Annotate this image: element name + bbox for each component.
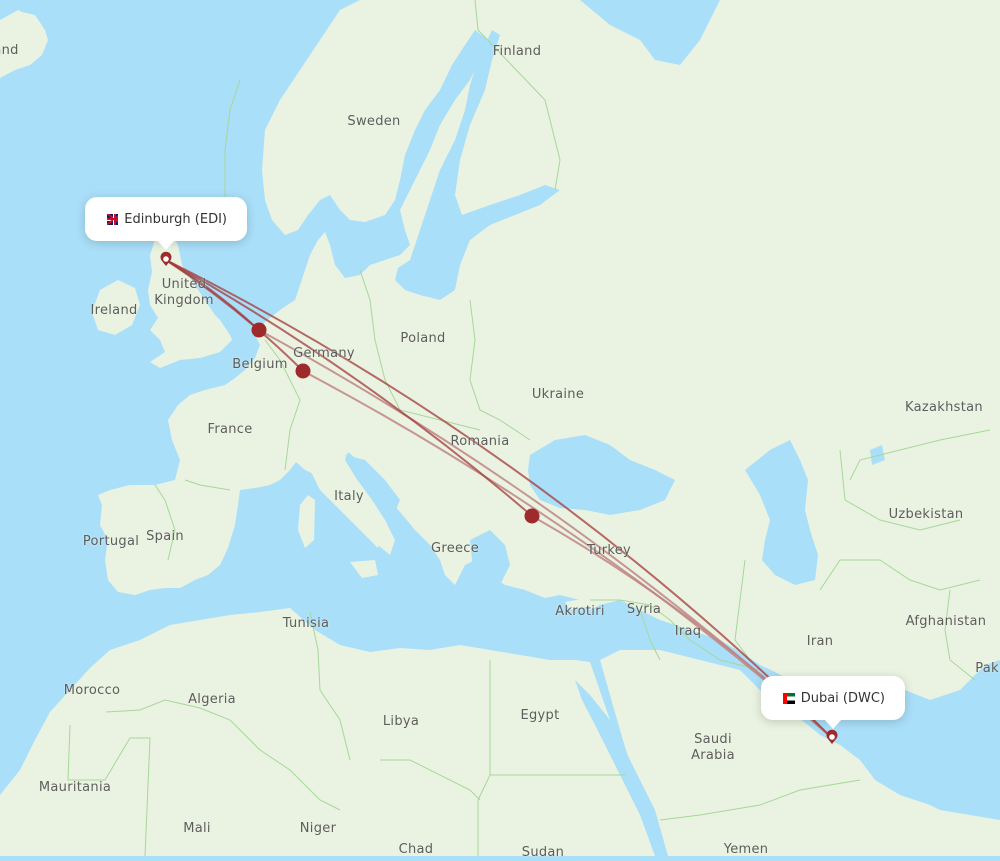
country-label-poland: Poland: [400, 331, 446, 346]
country-label-turkey: Turkey: [586, 543, 632, 558]
stopover-marker-amsterdam[interactable]: [251, 322, 267, 338]
stopover-marker-frankfurt[interactable]: [295, 363, 311, 379]
country-label-germany: Germany: [293, 346, 355, 361]
country-label-libya: Libya: [382, 714, 420, 729]
country-label-kazakhstan: Kazakhstan: [905, 400, 983, 415]
country-label-tunisia: Tunisia: [282, 616, 330, 631]
country-label-belgium: Belgium: [232, 357, 288, 372]
country-label-uzbekistan: Uzbekistan: [888, 507, 964, 522]
destination-airport-label: Dubai (DWC): [800, 690, 885, 706]
country-label-egypt: Egypt: [520, 708, 560, 723]
country-label-pakistan: Paki: [975, 661, 1000, 676]
country-label-ukraine: Ukraine: [531, 387, 585, 402]
country-label-united-kingdom: United Kingdom: [154, 277, 214, 308]
country-label-portugal: Portugal: [82, 534, 140, 549]
country-label-iran: Iran: [806, 634, 834, 649]
country-label-niger: Niger: [299, 821, 337, 836]
country-label-spain: Spain: [146, 529, 184, 544]
uk-flag-icon: [107, 213, 119, 225]
origin-airport-label: Edinburgh (EDI): [124, 211, 227, 227]
country-label-saudi-arabia: Saudi Arabia: [691, 732, 735, 763]
country-label-mali: Mali: [183, 821, 211, 836]
country-label-sweden: Sweden: [347, 114, 401, 129]
country-label-syria: Syria: [626, 602, 662, 617]
country-label-iceland: and: [0, 43, 19, 58]
pin-center: [163, 256, 169, 262]
uae-flag-icon: [783, 692, 795, 704]
origin-airport-popup[interactable]: Edinburgh (EDI): [85, 197, 247, 250]
stopover-marker-istanbul[interactable]: [524, 508, 540, 524]
country-label-france: France: [207, 422, 253, 437]
country-label-iraq: Iraq: [674, 624, 702, 639]
destination-airport-popup[interactable]: Dubai (DWC): [761, 676, 905, 729]
country-label-akrotiri: Akrotiri: [555, 604, 605, 619]
country-label-mauritania: Mauritania: [38, 780, 112, 795]
route-map[interactable]: [0, 0, 1000, 856]
country-label-ireland: Ireland: [90, 303, 138, 318]
pin-center: [829, 734, 835, 740]
country-label-sudan: Sudan: [521, 845, 565, 860]
country-label-italy: Italy: [334, 489, 364, 504]
country-label-afghanistan: Afghanistan: [905, 614, 987, 629]
country-label-romania: Romania: [450, 434, 510, 449]
country-label-algeria: Algeria: [188, 692, 236, 707]
country-label-finland: Finland: [492, 44, 542, 59]
country-label-greece: Greece: [430, 541, 480, 556]
country-label-morocco: Morocco: [63, 683, 121, 698]
